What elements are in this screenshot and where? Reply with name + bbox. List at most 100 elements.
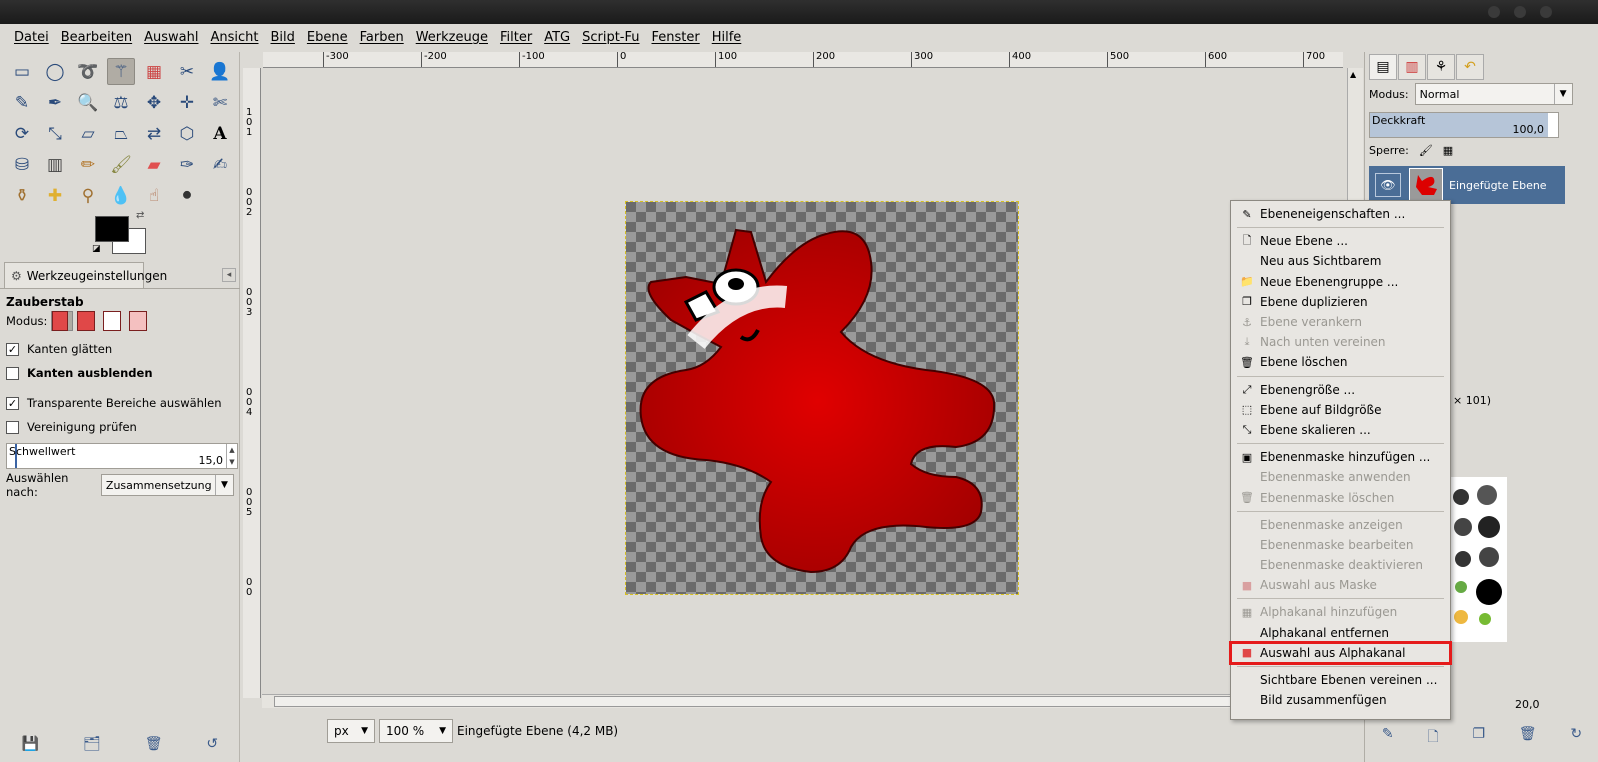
horizontal-scrollbar[interactable] [262, 694, 1342, 708]
unit-dropdown[interactable]: px ▼ [327, 719, 375, 743]
menu-atg[interactable]: ATG [544, 30, 570, 45]
text-icon[interactable]: A [206, 120, 234, 147]
airbrush-icon[interactable]: ✑ [173, 151, 201, 178]
menu-item-sichtbare-ebenen-vereinen[interactable]: Sichtbare Ebenen vereinen ... [1231, 670, 1450, 690]
ink-icon[interactable]: ✍ [206, 151, 234, 178]
menu-item-ebene-skalieren[interactable]: ⤡ Ebene skalieren ... [1231, 420, 1450, 440]
duplicate-brush-icon[interactable]: ❐ [1472, 726, 1485, 750]
align-icon[interactable]: ✛ [173, 89, 201, 116]
tab-undo[interactable]: ↶ [1456, 54, 1484, 80]
menu-item-ebenenmaske-hinzufügen[interactable]: ▣ Ebenenmaske hinzufügen ... [1231, 447, 1450, 467]
panel-menu-icon[interactable]: ◂ [222, 268, 236, 282]
image-layer[interactable] [625, 201, 1019, 595]
lock-alpha-icon[interactable]: ▦ [1443, 144, 1453, 157]
restore-options-icon[interactable]: 🗂 [83, 736, 101, 752]
delete-options-icon[interactable]: 🗑 [145, 736, 163, 752]
lock-pixels-icon[interactable]: 🖌 [1419, 144, 1433, 157]
heal-icon[interactable]: ✚ [41, 182, 69, 209]
move-icon[interactable]: ✥ [140, 89, 168, 116]
color-picker-icon[interactable]: ✒ [41, 89, 69, 116]
layer-mode-dropdown[interactable]: Normal ▼ [1414, 83, 1573, 105]
tab-channels[interactable]: ▥ [1398, 54, 1426, 80]
menu-filter[interactable]: Filter [500, 30, 532, 45]
foreground-select-icon[interactable]: 👤 [206, 58, 234, 85]
magic-wand-icon[interactable]: ⚚ [107, 58, 135, 85]
menu-item-neue-ebenengruppe[interactable]: 📁 Neue Ebenengruppe ... [1231, 272, 1450, 292]
default-colors-icon[interactable]: ◪ [92, 244, 101, 254]
delete-brush-icon[interactable]: 🗑 [1519, 726, 1537, 750]
brush-grid[interactable] [1449, 477, 1507, 642]
swap-colors-icon[interactable]: ⇄ [136, 210, 144, 221]
color-swatches[interactable]: ⇄ ◪ [92, 210, 152, 260]
gradient-icon[interactable]: ▥ [41, 151, 69, 178]
feather-checkbox[interactable] [6, 366, 19, 380]
close-icon[interactable] [1540, 6, 1552, 18]
menu-item-ebenengröße[interactable]: ⤢ Ebenengröße ... [1231, 380, 1450, 400]
flip-icon[interactable]: ⇄ [140, 120, 168, 147]
sample-merged-checkbox[interactable] [6, 420, 19, 434]
menu-item-bild-zusammenfügen[interactable]: Bild zusammenfügen [1231, 690, 1450, 710]
menu-bild[interactable]: Bild [271, 30, 295, 45]
transparent-checkbox[interactable]: ✓ [6, 396, 19, 410]
smudge-icon[interactable]: ☝ [140, 182, 168, 209]
rect-select-icon[interactable]: ▭ [8, 58, 36, 85]
free-select-icon[interactable]: ➰ [74, 58, 102, 85]
color-select-icon[interactable]: ▦ [140, 58, 168, 85]
ruler-horizontal[interactable]: -300 -200 -100 0 100 200 300 400 500 600 700 [263, 52, 1343, 68]
paths-icon[interactable]: ✎ [8, 89, 36, 116]
menu-item-neue-ebene[interactable]: 🗋 Neue Ebene ... [1231, 231, 1450, 251]
save-options-icon[interactable]: 💾 [22, 736, 39, 752]
menu-item-auswahl-aus-alphakanal[interactable]: ■ Auswahl aus Alphakanal [1229, 640, 1452, 665]
mode-intersect-button[interactable] [129, 311, 151, 331]
spin-arrows-icon[interactable]: ▲ ▼ [226, 444, 237, 468]
menu-ebene[interactable]: Ebene [307, 30, 348, 45]
scroll-up-icon[interactable]: ▲ [1350, 70, 1356, 79]
menu-farben[interactable]: Farben [360, 30, 404, 45]
dodge-burn-icon[interactable]: ⚫ [173, 182, 201, 209]
menu-datei[interactable]: Datei [14, 30, 49, 45]
scrollbar-thumb[interactable] [274, 696, 1334, 707]
menu-fenster[interactable]: Fenster [652, 30, 700, 45]
scissors-icon[interactable]: ✂ [173, 58, 201, 85]
menu-item-ebene-auf-bildgröße[interactable]: ⬚ Ebene auf Bildgröße [1231, 400, 1450, 420]
menu-ansicht[interactable]: Ansicht [210, 30, 258, 45]
antialias-checkbox[interactable]: ✓ [6, 342, 19, 356]
foreground-color[interactable] [95, 216, 129, 242]
refresh-brushes-icon[interactable]: ↻ [1570, 726, 1582, 750]
menu-item-ebene-löschen[interactable]: 🗑 Ebene löschen [1231, 352, 1450, 372]
layer-row[interactable]: 👁 Eingefügte Ebene [1369, 166, 1565, 204]
menu-bearbeiten[interactable]: Bearbeiten [61, 30, 132, 45]
zoom-dropdown[interactable]: 100 % ▼ [379, 719, 453, 743]
zoom-icon[interactable]: 🔍 [74, 89, 102, 116]
edit-brush-icon[interactable]: ✎ [1382, 726, 1394, 750]
opacity-spinner[interactable]: Deckkraft 100,0 [1369, 112, 1559, 138]
canvas[interactable] [262, 69, 1342, 701]
menu-hilfe[interactable]: Hilfe [712, 30, 742, 45]
perspective-icon[interactable]: ⏢ [107, 120, 135, 147]
mode-replace-button[interactable] [51, 311, 74, 331]
new-brush-icon[interactable]: 🗋 [1427, 726, 1438, 750]
clone-icon[interactable]: ⚱ [8, 182, 36, 209]
menu-auswahl[interactable]: Auswahl [144, 30, 198, 45]
maximize-icon[interactable] [1514, 6, 1526, 18]
menu-item-ebene-duplizieren[interactable]: ❐ Ebene duplizieren [1231, 292, 1450, 312]
tab-paths[interactable]: ⚘ [1427, 54, 1455, 80]
tab-layers[interactable]: ▤ [1369, 54, 1397, 80]
mode-subtract-button[interactable] [103, 311, 125, 331]
paintbrush-icon[interactable]: 🖌 [107, 151, 135, 178]
menu-item-ebeneneigenschaften[interactable]: ✎ Ebeneneigenschaften ... [1231, 204, 1450, 224]
menu-werkzeuge[interactable]: Werkzeuge [416, 30, 488, 45]
eye-icon[interactable]: 👁 [1375, 173, 1401, 197]
minimize-icon[interactable] [1488, 6, 1500, 18]
scale-icon[interactable]: ⤡ [41, 120, 69, 147]
eraser-icon[interactable]: ▰ [140, 151, 168, 178]
rotate-icon[interactable]: ⟳ [8, 120, 36, 147]
tab-tool-options[interactable]: ⚙ Werkzeugeinstellungen [4, 262, 167, 288]
blur-icon[interactable]: 💧 [107, 182, 135, 209]
crop-icon[interactable]: ✄ [206, 89, 234, 116]
reset-options-icon[interactable]: ↺ [206, 736, 218, 752]
select-by-dropdown[interactable]: Zusammensetzung ▼ [100, 474, 234, 496]
pencil-icon[interactable]: ✏ [74, 151, 102, 178]
bucket-fill-icon[interactable]: ⛁ [8, 151, 36, 178]
menu-item-neu-aus-sichtbarem[interactable]: Neu aus Sichtbarem [1231, 251, 1450, 271]
